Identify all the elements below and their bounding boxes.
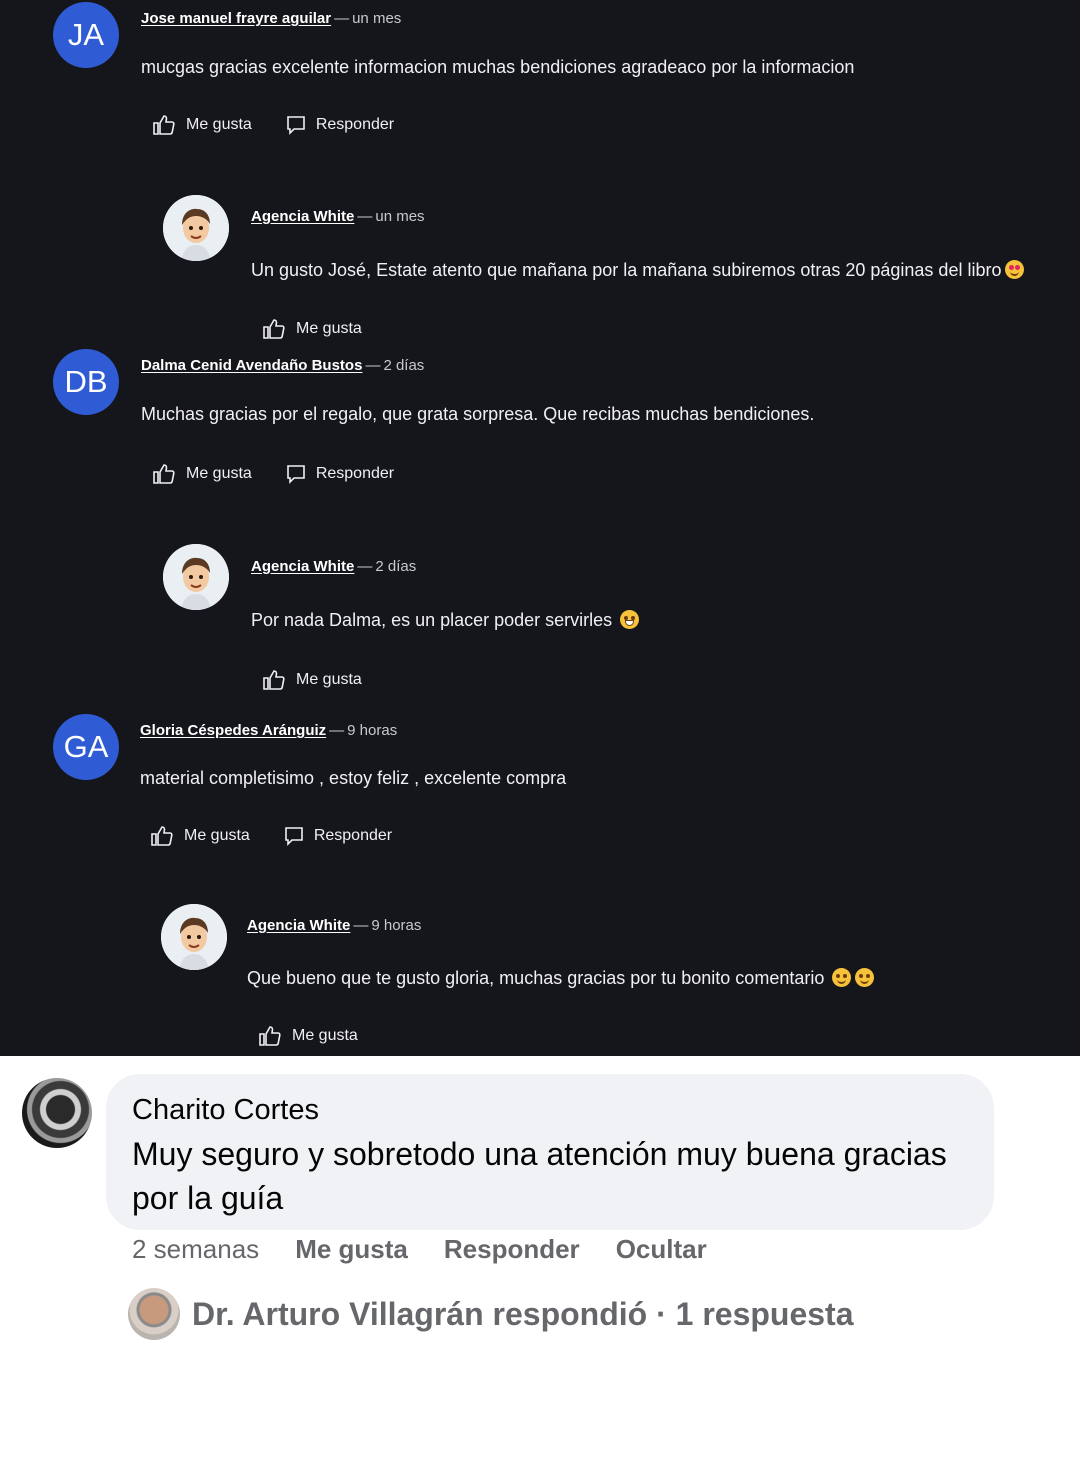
timestamp: 9 horas (347, 722, 398, 739)
smiling-emoji-icon (832, 968, 852, 987)
comment-text-row: Un gusto José, Estate atento que mañana … (251, 260, 1025, 281)
author-link[interactable]: Gloria Céspedes Aránguiz (140, 722, 326, 739)
cartoon-avatar-icon (163, 544, 229, 610)
thumbs-up-icon (153, 115, 175, 135)
comment-meta: Dalma Cenid Avendaño Bustos —2 días (141, 357, 424, 374)
grinning-emoji-icon (620, 610, 640, 629)
hide-button[interactable]: Ocultar (616, 1234, 707, 1265)
comment-text-row: Por nada Dalma, es un placer poder servi… (251, 610, 640, 631)
comment-actions: Me gusta Responder (150, 825, 392, 847)
comment-text: Un gusto José, Estate atento que mañana … (251, 260, 1002, 280)
like-button[interactable]: Me gusta (150, 825, 250, 847)
reply-button[interactable]: Responder (444, 1234, 580, 1265)
blog-comments-section: JA Jose manuel frayre aguilar — un mes muc… (0, 0, 1080, 1056)
timestamp: 9 horas (371, 917, 422, 934)
like-button[interactable]: Me gusta (152, 114, 252, 136)
like-button[interactable]: Me gusta (262, 318, 362, 340)
avatar: DB (53, 349, 119, 415)
timestamp: un mes (352, 10, 402, 27)
meta-separator: — (365, 357, 381, 374)
like-label: Me gusta (296, 320, 362, 337)
comment-meta: Jose manuel frayre aguilar — un mes (141, 10, 401, 27)
view-replies-link[interactable]: Dr. Arturo Villagrán respondió · 1 respu… (128, 1288, 854, 1340)
like-label: Me gusta (186, 465, 252, 482)
replier-avatar (128, 1288, 180, 1340)
comment-text-row: Que bueno que te gusto gloria, muchas gr… (247, 968, 875, 989)
agency-avatar (163, 544, 229, 610)
like-button[interactable]: Me gusta (262, 669, 362, 691)
reply-button[interactable]: Responder (286, 115, 394, 135)
comment-actions: Me gusta Responder (152, 114, 394, 136)
agency-avatar (161, 904, 227, 970)
like-label: Me gusta (292, 1027, 358, 1044)
comment-meta: Gloria Céspedes Aránguiz —9 horas (140, 722, 397, 739)
replies-summary: Dr. Arturo Villagrán respondió · 1 respu… (192, 1295, 854, 1332)
like-button[interactable]: Me gusta (295, 1234, 408, 1265)
reply-label: Responder (315, 116, 395, 133)
thumbs-up-icon (151, 826, 173, 846)
meta-separator: — (329, 722, 345, 739)
author-name[interactable]: Charito Cortes (132, 1094, 319, 1127)
like-label: Me gusta (184, 827, 250, 844)
thumbs-up-icon (263, 319, 285, 339)
comment-icon (285, 827, 303, 846)
author-link[interactable]: Dalma Cenid Avendaño Bustos (141, 357, 362, 374)
comment-text: Por nada Dalma, es un placer poder servi… (251, 610, 613, 630)
timestamp: un mes (375, 208, 425, 225)
comment-actions: Me gusta (262, 318, 362, 340)
thumbs-up-icon (153, 464, 175, 484)
comment-icon (287, 116, 305, 135)
comment-actions: 2 semanas Me gusta Responder Ocultar (132, 1234, 743, 1265)
comment-meta: Agencia White —9 horas (247, 917, 421, 934)
avatar: GA (53, 714, 119, 780)
thumbs-up-icon (259, 1026, 281, 1046)
comment-text: Muy seguro y sobretodo una atención muy … (132, 1136, 947, 1216)
timestamp[interactable]: 2 semanas (132, 1234, 259, 1265)
cartoon-avatar-icon (161, 904, 227, 970)
avatar[interactable] (22, 1078, 92, 1148)
reply-button[interactable]: Responder (284, 826, 392, 846)
smiling-emoji-icon (855, 968, 875, 987)
comment-meta: Agencia White — un mes (251, 208, 425, 225)
comment-icon (287, 465, 305, 484)
comment-bubble: Charito Cortes Muy seguro y sobretodo un… (106, 1074, 994, 1230)
author-link[interactable]: Agencia White (251, 558, 354, 575)
meta-separator: — (353, 917, 369, 934)
agency-avatar (163, 195, 229, 261)
meta-separator: — (334, 10, 350, 27)
reply-label: Responder (313, 827, 393, 844)
comment-meta: Agencia White —2 días (251, 558, 416, 575)
reply-button[interactable]: Responder (286, 464, 394, 484)
comment-actions: Me gusta (262, 669, 362, 691)
meta-separator: — (357, 558, 373, 575)
like-button[interactable]: Me gusta (152, 463, 252, 485)
comment-text: Muchas gracias por el regalo, que grata … (141, 404, 815, 424)
author-link[interactable]: Jose manuel frayre aguilar (141, 10, 331, 27)
like-button[interactable]: Me gusta (258, 1025, 358, 1047)
meta-separator: — (357, 208, 373, 225)
timestamp: 2 días (383, 357, 425, 374)
timestamp: 2 días (375, 558, 417, 575)
reply-label: Responder (315, 465, 395, 482)
like-label: Me gusta (296, 671, 362, 688)
comment-actions: Me gusta Responder (152, 463, 394, 485)
comment-text: Que bueno que te gusto gloria, muchas gr… (247, 968, 825, 988)
avatar: JA (53, 2, 119, 68)
like-label: Me gusta (186, 116, 252, 133)
cartoon-avatar-icon (163, 195, 229, 261)
comment-text: mucgas gracias excelente informacion muc… (141, 57, 855, 77)
comment-actions: Me gusta (258, 1025, 358, 1047)
facebook-comment-section: Charito Cortes Muy seguro y sobretodo un… (0, 1056, 1080, 1465)
author-link[interactable]: Agencia White (251, 208, 354, 225)
comment-text: material completisimo , estoy feliz , ex… (140, 768, 567, 788)
thumbs-up-icon (263, 670, 285, 690)
heart-eyes-emoji-icon (1005, 260, 1025, 279)
author-link[interactable]: Agencia White (247, 917, 350, 934)
